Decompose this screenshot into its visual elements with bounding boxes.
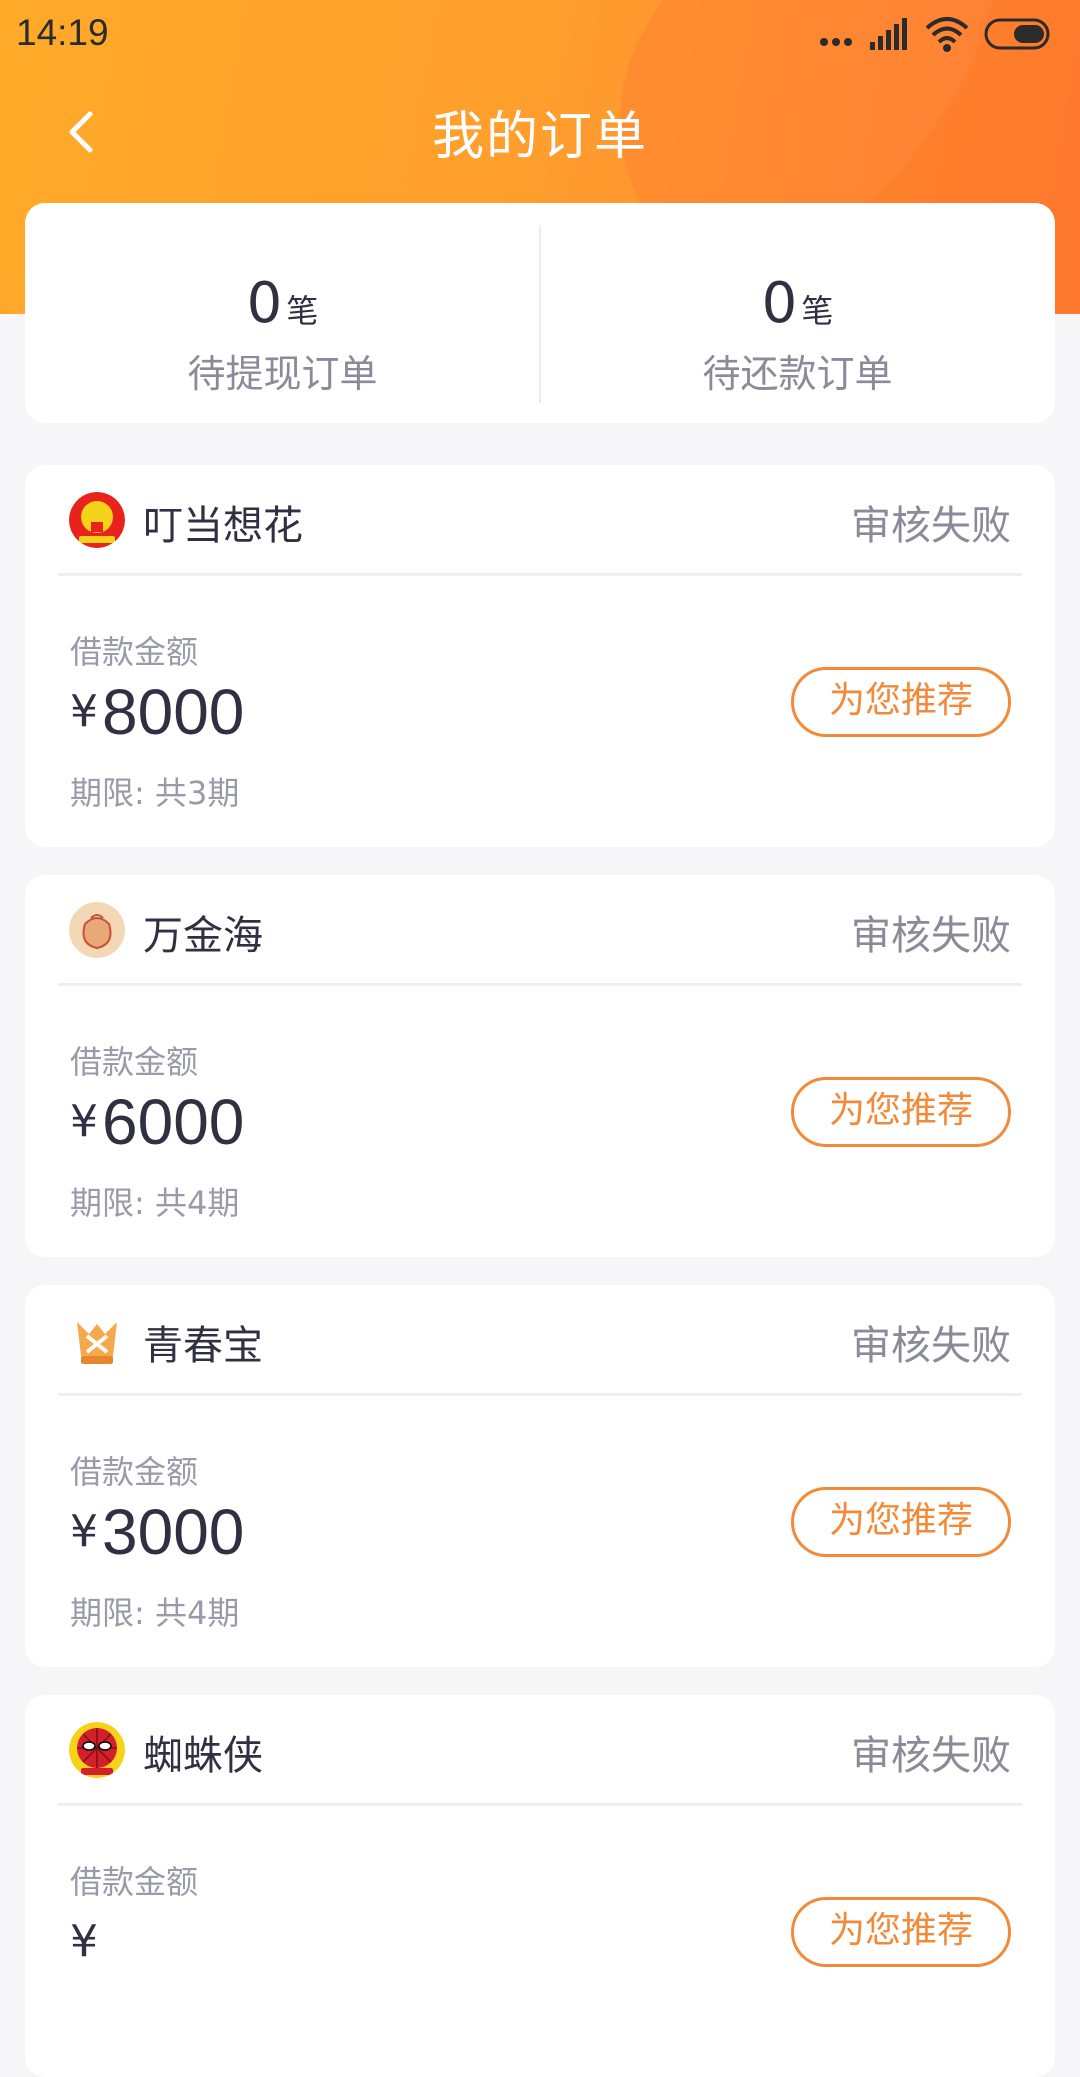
amount-label: 借款金额	[70, 1863, 199, 1901]
pending-withdraw-label: 待提现订单	[187, 352, 378, 396]
loan-term: 期限: 共4期	[70, 1184, 240, 1222]
status-time: 14:19	[16, 12, 109, 53]
pending-repay-unit: 笔	[801, 292, 834, 330]
recommend-button[interactable]: 为您推荐	[791, 1487, 1011, 1557]
pending-withdraw-unit: 笔	[286, 292, 319, 330]
amount-label: 借款金额	[70, 1043, 199, 1081]
recommend-button[interactable]: 为您推荐	[791, 1897, 1011, 1967]
lender-logo-icon	[69, 902, 125, 958]
order-status: 审核失败	[851, 913, 1011, 959]
lender-name: 青春宝	[143, 1323, 263, 1369]
pending-repay-label: 待还款订单	[702, 352, 893, 396]
currency-symbol: ¥	[70, 686, 98, 737]
currency-symbol: ¥	[70, 1096, 98, 1147]
order-status: 审核失败	[851, 1323, 1011, 1369]
amount-row: ¥	[70, 1905, 102, 1979]
lender-name: 万金海	[143, 913, 263, 959]
status-bar: 14:19	[0, 0, 1080, 68]
pending-withdraw-summary[interactable]: 0笔 待提现订单	[25, 203, 540, 423]
order-card[interactable]: 青春宝 审核失败 借款金额 ¥3000 期限: 共4期 为您推荐	[25, 1285, 1055, 1667]
amount-row: ¥8000	[70, 675, 244, 749]
lender-name: 叮当想花	[143, 503, 303, 549]
page-title: 我的订单	[431, 107, 648, 167]
navigation-bar: 我的订单	[0, 80, 1080, 176]
loan-amount: 6000	[102, 1086, 245, 1158]
battery-icon	[984, 18, 1050, 50]
order-header: 叮当想花 审核失败	[25, 465, 1055, 575]
lender-logo-icon	[69, 492, 125, 548]
amount-label: 借款金额	[70, 1453, 199, 1491]
wifi-icon	[925, 17, 969, 52]
order-status: 审核失败	[851, 1733, 1011, 1779]
amount-row: ¥6000	[70, 1085, 244, 1159]
lender-logo-icon	[69, 1312, 125, 1368]
lender-logo-icon	[69, 1722, 125, 1778]
loan-amount: 8000	[102, 676, 245, 748]
pending-repay-summary[interactable]: 0笔 待还款订单	[540, 203, 1055, 423]
divider	[58, 983, 1022, 986]
lender-name: 蜘蛛侠	[143, 1733, 263, 1779]
order-card[interactable]: 万金海 审核失败 借款金额 ¥6000 期限: 共4期 为您推荐	[25, 875, 1055, 1257]
order-header: 万金海 审核失败	[25, 875, 1055, 985]
order-status: 审核失败	[851, 503, 1011, 549]
recommend-button[interactable]: 为您推荐	[791, 1077, 1011, 1147]
divider	[58, 1393, 1022, 1396]
pending-withdraw-count: 0	[246, 271, 283, 336]
currency-symbol: ¥	[70, 1506, 98, 1557]
amount-row: ¥3000	[70, 1495, 244, 1569]
order-card[interactable]: 蜘蛛侠 审核失败 借款金额 ¥ 为您推荐	[25, 1695, 1055, 2077]
order-card[interactable]: 叮当想花 审核失败 借款金额 ¥8000 期限: 共3期 为您推荐	[25, 465, 1055, 847]
currency-symbol: ¥	[70, 1916, 98, 1967]
loan-amount: 3000	[102, 1496, 245, 1568]
amount-label: 借款金额	[70, 633, 199, 671]
divider	[58, 1803, 1022, 1806]
order-header: 蜘蛛侠 审核失败	[25, 1695, 1055, 1805]
loan-term: 期限: 共4期	[70, 1594, 240, 1632]
recommend-button[interactable]: 为您推荐	[791, 667, 1011, 737]
order-header: 青春宝 审核失败	[25, 1285, 1055, 1395]
signal-icon	[870, 18, 907, 50]
pending-repay-count: 0	[761, 271, 798, 336]
loan-term: 期限: 共3期	[70, 774, 240, 812]
divider	[58, 573, 1022, 576]
order-summary-card: 0笔 待提现订单 0笔 待还款订单	[25, 203, 1055, 423]
more-dots-icon	[820, 38, 852, 46]
